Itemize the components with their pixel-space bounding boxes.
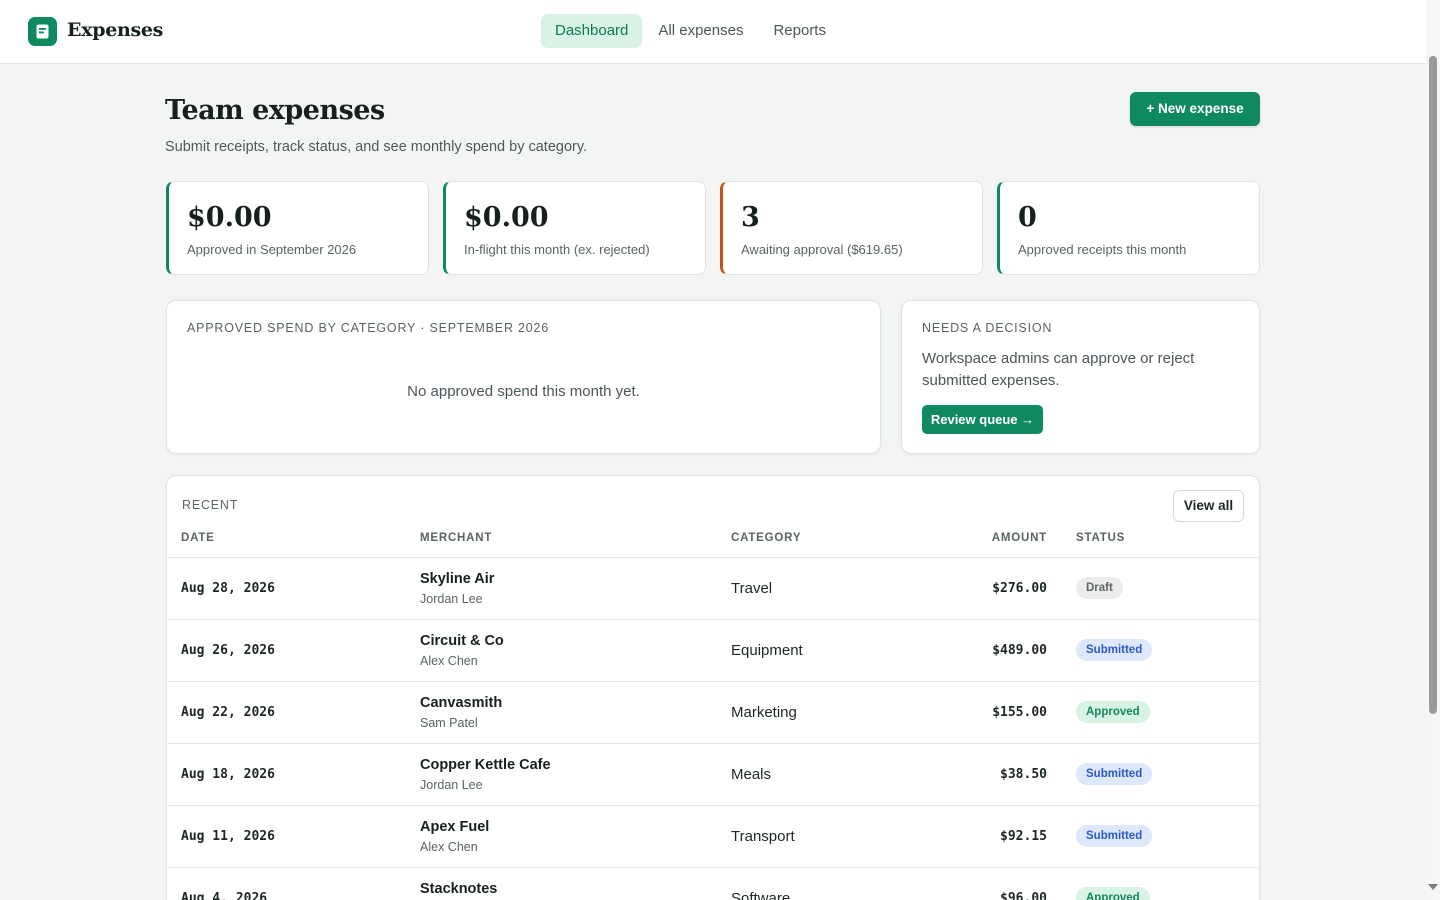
page-title: Team expenses	[165, 95, 385, 126]
nav-reports[interactable]: Reports	[759, 14, 840, 48]
decision-panel-heading: NEEDS A DECISION	[922, 321, 1053, 335]
row-category: Transport	[731, 828, 795, 845]
category-panel-heading: APPROVED SPEND BY CATEGORY · SEPTEMBER 2…	[187, 321, 550, 335]
recent-expenses-panel: RECENT View all DATE MERCHANT CATEGORY A…	[166, 475, 1260, 900]
row-category: Travel	[731, 580, 773, 597]
view-all-button[interactable]: View all	[1173, 490, 1244, 522]
column-header-date[interactable]: DATE	[181, 532, 215, 544]
stat-label: Awaiting approval ($619.65)	[741, 242, 903, 257]
scroll-down-arrow-icon[interactable]	[1428, 884, 1438, 890]
app-logo-icon[interactable]	[28, 17, 57, 46]
row-submitter: Alex Chen	[420, 654, 478, 668]
stat-label: In-flight this month (ex. rejected)	[464, 242, 650, 257]
status-badge: Approved	[1076, 701, 1150, 723]
row-submitter: Sam Patel	[420, 716, 478, 730]
row-submitter: Alex Chen	[420, 840, 478, 854]
row-merchant: Canvasmith	[420, 695, 503, 711]
status-badge: Submitted	[1076, 825, 1153, 847]
row-category: Equipment	[731, 642, 803, 659]
stat-card-in-flight: $0.00 In-flight this month (ex. rejected…	[443, 181, 706, 275]
status-badge: Submitted	[1076, 639, 1153, 661]
stat-value: $0.00	[187, 202, 272, 233]
top-bar: Expenses Dashboard All expenses Reports	[0, 0, 1426, 64]
stat-value: 3	[741, 202, 760, 233]
stat-card-approved: $0.00 Approved in September 2026	[166, 181, 429, 275]
review-queue-button[interactable]: Review queue →	[922, 405, 1043, 434]
status-badge: Submitted	[1076, 763, 1153, 785]
row-date: Aug 11, 2026	[181, 829, 275, 844]
stat-value: 0	[1018, 202, 1037, 233]
row-category: Meals	[731, 766, 772, 783]
row-amount: $489.00	[992, 643, 1047, 658]
row-date: Aug 26, 2026	[181, 643, 275, 658]
stat-label: Approved receipts this month	[1018, 242, 1187, 257]
row-date: Aug 4, 2026	[181, 891, 268, 900]
scrollbar-thumb[interactable]	[1429, 56, 1437, 714]
stat-value: $0.00	[464, 202, 549, 233]
expense-rows: Aug 28, 2026 Skyline Air Jordan Lee Trav…	[167, 557, 1259, 900]
row-merchant: Circuit & Co	[420, 633, 504, 649]
row-date: Aug 18, 2026	[181, 767, 275, 782]
recent-heading: RECENT	[182, 498, 239, 512]
empty-state-message: No approved spend this month yet.	[407, 383, 640, 400]
row-category: Marketing	[731, 704, 797, 721]
page-subtitle: Submit receipts, track status, and see m…	[165, 139, 588, 155]
row-date: Aug 28, 2026	[181, 581, 275, 596]
nav-all-expenses[interactable]: All expenses	[644, 14, 757, 48]
row-amount: $92.15	[1000, 829, 1047, 844]
column-header-status[interactable]: STATUS	[1076, 532, 1125, 544]
needs-decision-panel: NEEDS A DECISION Workspace admins can ap…	[901, 300, 1260, 454]
table-row[interactable]: Aug 22, 2026 Canvasmith Sam Patel Market…	[167, 681, 1259, 743]
status-badge: Draft	[1076, 577, 1123, 599]
brand-name[interactable]: Expenses	[67, 19, 163, 41]
stat-card-receipts: 0 Approved receipts this month	[997, 181, 1260, 275]
table-row[interactable]: Aug 4, 2026 Stacknotes Software $96.00 A…	[167, 867, 1259, 900]
row-submitter: Jordan Lee	[420, 592, 483, 606]
row-category: Software	[731, 890, 791, 900]
row-amount: $38.50	[1000, 767, 1047, 782]
decision-description: Workspace admins can approve or reject s…	[922, 350, 1195, 389]
new-expense-button[interactable]: + New expense	[1130, 92, 1260, 126]
row-merchant: Stacknotes	[420, 881, 498, 897]
row-merchant: Skyline Air	[420, 571, 495, 587]
row-date: Aug 22, 2026	[181, 705, 275, 720]
column-header-amount[interactable]: AMOUNT	[992, 532, 1047, 544]
row-merchant: Apex Fuel	[420, 819, 490, 835]
category-spend-panel: APPROVED SPEND BY CATEGORY · SEPTEMBER 2…	[166, 300, 881, 454]
table-row[interactable]: Aug 26, 2026 Circuit & Co Alex Chen Equi…	[167, 619, 1259, 681]
column-header-category[interactable]: CATEGORY	[731, 532, 801, 544]
table-row[interactable]: Aug 11, 2026 Apex Fuel Alex Chen Transpo…	[167, 805, 1259, 867]
main-nav: Dashboard All expenses Reports	[541, 14, 842, 48]
status-badge: Approved	[1076, 887, 1150, 900]
table-row[interactable]: Aug 28, 2026 Skyline Air Jordan Lee Trav…	[167, 557, 1259, 619]
row-amount: $155.00	[992, 705, 1047, 720]
row-merchant: Copper Kettle Cafe	[420, 757, 551, 773]
row-amount: $96.00	[1000, 891, 1047, 900]
row-submitter: Jordan Lee	[420, 778, 483, 792]
table-row[interactable]: Aug 18, 2026 Copper Kettle Cafe Jordan L…	[167, 743, 1259, 805]
column-header-merchant[interactable]: MERCHANT	[420, 532, 492, 544]
nav-dashboard[interactable]: Dashboard	[541, 14, 643, 48]
stat-card-awaiting: 3 Awaiting approval ($619.65)	[720, 181, 983, 275]
stat-label: Approved in September 2026	[187, 242, 357, 257]
row-amount: $276.00	[992, 581, 1047, 596]
